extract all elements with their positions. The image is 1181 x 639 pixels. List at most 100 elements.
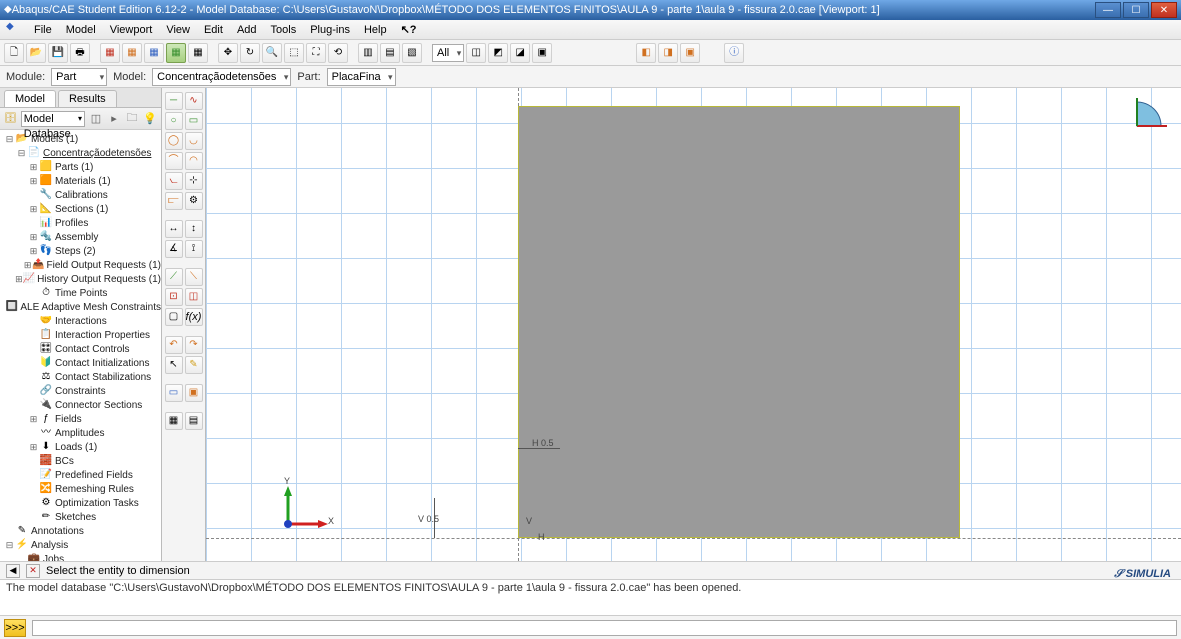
menu-file[interactable]: File (28, 22, 58, 38)
tree-bulb-icon[interactable]: 💡 (143, 112, 157, 126)
tree-node[interactable]: 🔰Contact Initializations (0, 356, 161, 370)
tree-twisty-icon[interactable]: ⊞ (28, 232, 39, 243)
tree-node[interactable]: 🔌Connector Sections (0, 398, 161, 412)
tree-node[interactable]: ⊟⚡Analysis (0, 538, 161, 552)
tree-node[interactable]: ⊞🔩Assembly (0, 230, 161, 244)
new-button[interactable]: 🗋 (4, 43, 24, 63)
tool-circle[interactable]: ○ (165, 112, 183, 130)
save-button[interactable]: 💾 (48, 43, 68, 63)
tree-node[interactable]: ⊞ƒFields (0, 412, 161, 426)
tool-table[interactable]: ▤ (185, 412, 203, 430)
menu-plugins[interactable]: Plug-ins (304, 22, 356, 38)
tree-node[interactable]: 🔗Constraints (0, 384, 161, 398)
sel3-button[interactable]: ◪ (510, 43, 530, 63)
tool-move[interactable]: ▢ (165, 308, 183, 326)
tool-arc[interactable]: ◡ (185, 132, 203, 150)
menu-edit[interactable]: Edit (198, 22, 229, 38)
tool-break[interactable]: ⊡ (165, 288, 183, 306)
shade1-button[interactable]: ◧ (636, 43, 656, 63)
sel1-button[interactable]: ◫ (466, 43, 486, 63)
prompt-cancel-button[interactable]: ✕ (26, 564, 40, 578)
tree-twisty-icon[interactable]: ⊞ (28, 414, 39, 425)
tool-arc3[interactable]: ◠ (185, 152, 203, 170)
module-combo[interactable]: Part (51, 68, 107, 86)
minimize-button[interactable]: — (1095, 2, 1121, 18)
shade3-button[interactable]: ▣ (680, 43, 700, 63)
info-button[interactable]: ⓘ (724, 43, 744, 63)
tree-node[interactable]: ⊞📈History Output Requests (1) (0, 272, 161, 286)
tree-node[interactable]: ⚙Optimization Tasks (0, 496, 161, 510)
sel2-button[interactable]: ◩ (488, 43, 508, 63)
grid1-button[interactable]: ▥ (358, 43, 378, 63)
view5-button[interactable]: ▦ (188, 43, 208, 63)
tree-twisty-icon[interactable]: ⊞ (28, 176, 39, 187)
menu-viewport[interactable]: Viewport (104, 22, 159, 38)
whats-this-icon[interactable]: ↖? (401, 23, 417, 36)
reset-button[interactable]: ⟲ (328, 43, 348, 63)
tree-node[interactable]: ✎Annotations (0, 524, 161, 538)
tool-cons[interactable]: ⊹ (185, 172, 203, 190)
tab-model[interactable]: Model (4, 90, 56, 107)
tree-node[interactable]: 📝Predefined Fields (0, 468, 161, 482)
sel4-button[interactable]: ▣ (532, 43, 552, 63)
tool-opt[interactable]: ▣ (185, 384, 203, 402)
tool-offset[interactable]: ⫍ (165, 192, 183, 210)
close-button[interactable]: ✕ (1151, 2, 1177, 18)
grid2-button[interactable]: ▤ (380, 43, 400, 63)
tree-node[interactable]: 🎛Contact Controls (0, 342, 161, 356)
view3-button[interactable]: ▦ (144, 43, 164, 63)
tree-node[interactable]: 🔧Calibrations (0, 188, 161, 202)
tool-rect[interactable]: ▭ (185, 112, 203, 130)
tree-node[interactable]: 🔀Remeshing Rules (0, 482, 161, 496)
tree-twisty-icon[interactable]: ⊟ (16, 148, 27, 159)
shade2-button[interactable]: ◨ (658, 43, 678, 63)
view2-button[interactable]: ▦ (122, 43, 142, 63)
tree-node[interactable]: 🧱BCs (0, 454, 161, 468)
tree-node[interactable]: ⊞📐Sections (1) (0, 202, 161, 216)
tool-undo[interactable]: ↶ (165, 336, 183, 354)
tool-gear[interactable]: ⚙ (185, 192, 203, 210)
tool-select[interactable]: ↖ (165, 356, 183, 374)
tool-arc2[interactable]: ⌒ (165, 152, 183, 170)
tree-node[interactable]: ⊞📤Field Output Requests (1) (0, 258, 161, 272)
tree-twisty-icon[interactable]: ⊞ (28, 442, 39, 453)
tree-twisty-icon[interactable]: ⊞ (28, 162, 39, 173)
menu-help[interactable]: Help (358, 22, 393, 38)
tree-node[interactable]: ⚖Contact Stabilizations (0, 370, 161, 384)
model-combo[interactable]: Concentraçãodetensões (152, 68, 291, 86)
tool-dim-rad[interactable]: ⟟ (185, 240, 203, 258)
tree-node[interactable]: 🤝Interactions (0, 314, 161, 328)
selection-mode-combo[interactable]: All (432, 44, 464, 62)
tool-ellipse[interactable]: ◯ (165, 132, 183, 150)
tool-trim[interactable]: ⟋ (165, 268, 183, 286)
tab-results[interactable]: Results (58, 90, 117, 107)
tree-node[interactable]: ✏Sketches (0, 510, 161, 524)
view1-button[interactable]: ▦ (100, 43, 120, 63)
zoombox-button[interactable]: ⬚ (284, 43, 304, 63)
print-button[interactable]: 🖶 (70, 43, 90, 63)
grid3-button[interactable]: ▧ (402, 43, 422, 63)
prompt-back-button[interactable]: ◀ (6, 564, 20, 578)
part-plate[interactable] (518, 106, 960, 538)
tool-edit[interactable]: ✎ (185, 356, 203, 374)
tree-twisty-icon[interactable]: ⊞ (28, 246, 39, 257)
tree-twisty-icon[interactable]: ⊞ (23, 260, 32, 271)
tool-line[interactable]: ─ (165, 92, 183, 110)
tree-node[interactable]: ⊟📄Concentraçãodetensões (0, 146, 161, 160)
tree-node[interactable]: 〰Amplitudes (0, 426, 161, 440)
view4-button[interactable]: ▦ (166, 43, 186, 63)
cli-toggle-button[interactable]: >>> (4, 619, 26, 637)
cli-input[interactable] (32, 620, 1177, 636)
pan-button[interactable]: ✥ (218, 43, 238, 63)
open-button[interactable]: 📂 (26, 43, 46, 63)
model-tree[interactable]: ⊟📂Models (1)⊟📄Concentraçãodetensões⊞🟨Par… (0, 130, 161, 561)
tree-filter-icon[interactable]: ◫ (89, 112, 103, 126)
tree-node[interactable]: 📋Interaction Properties (0, 328, 161, 342)
tool-extend[interactable]: ⟍ (185, 268, 203, 286)
tool-fillet[interactable]: ⦦ (165, 172, 183, 190)
tree-node[interactable]: 💼Jobs (0, 552, 161, 561)
tool-sketch[interactable]: ▭ (165, 384, 183, 402)
tree-expand-icon[interactable]: ▸ (107, 112, 121, 126)
viewport[interactable]: H 0.5 V 0.5 V H Y X (206, 88, 1181, 561)
tool-merge[interactable]: ◫ (185, 288, 203, 306)
